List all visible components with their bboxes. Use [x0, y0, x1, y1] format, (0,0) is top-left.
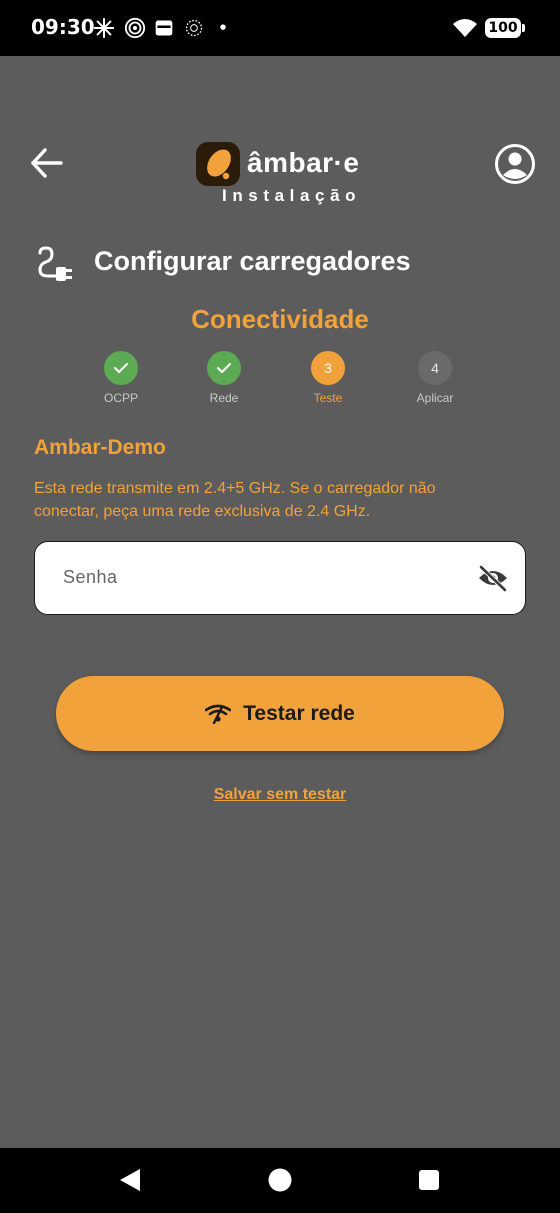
radar-icon: [124, 17, 146, 39]
step-label: Teste: [313, 391, 343, 405]
test-button-label: Testar rede: [243, 701, 355, 725]
page-title: Configurar carregadores: [94, 246, 411, 276]
nfc-icon: [185, 19, 203, 37]
account-circle-icon: [495, 144, 535, 184]
network-name: Ambar-Demo: [34, 436, 166, 459]
check-icon: [207, 351, 241, 385]
logo-text: âmbar·e: [247, 147, 360, 178]
wifi-icon: [453, 19, 477, 37]
arrow-left-icon: [31, 148, 63, 178]
step-ocpp: OCPP: [81, 351, 161, 405]
step-label: Rede: [209, 391, 239, 405]
battery-icon: 100: [485, 18, 525, 38]
nav-home-icon[interactable]: [266, 1166, 294, 1194]
step-title: Conectividade: [191, 304, 369, 334]
nav-back-icon[interactable]: [116, 1166, 144, 1194]
step-number: 4: [418, 351, 452, 385]
step-label: OCPP: [103, 391, 138, 405]
status-time: 09:30: [31, 15, 95, 39]
wifi-signal-icon: [205, 704, 232, 724]
profile-button[interactable]: [494, 143, 536, 185]
password-input[interactable]: [63, 542, 463, 613]
back-button[interactable]: [28, 144, 66, 182]
nav-recents-icon[interactable]: [415, 1166, 443, 1194]
step-rede: Rede: [184, 351, 264, 405]
test-network-button[interactable]: Testar rede: [56, 676, 504, 751]
eye-off-icon[interactable]: [477, 564, 509, 592]
step-aplicar: 4 Aplicar: [395, 351, 475, 405]
step-teste: 3 Teste: [288, 351, 368, 405]
app-subtitle: Instalação: [222, 186, 362, 205]
logo-icon: [196, 142, 240, 186]
step-label: Aplicar: [416, 391, 454, 405]
password-field: [34, 541, 526, 615]
sparkle-icon: [93, 17, 115, 39]
check-icon: [104, 351, 138, 385]
save-without-test-link[interactable]: Salvar sem testar: [0, 786, 560, 804]
step-number: 3: [311, 351, 345, 385]
dot-icon: [220, 24, 226, 30]
wallet-icon: [155, 20, 173, 36]
network-warning: Esta rede transmite em 2.4+5 GHz. Se o c…: [34, 480, 436, 520]
status-bar: 09:30 100: [0, 0, 560, 56]
ev-plug-icon: [38, 246, 72, 281]
navigation-bar: [0, 1148, 560, 1213]
